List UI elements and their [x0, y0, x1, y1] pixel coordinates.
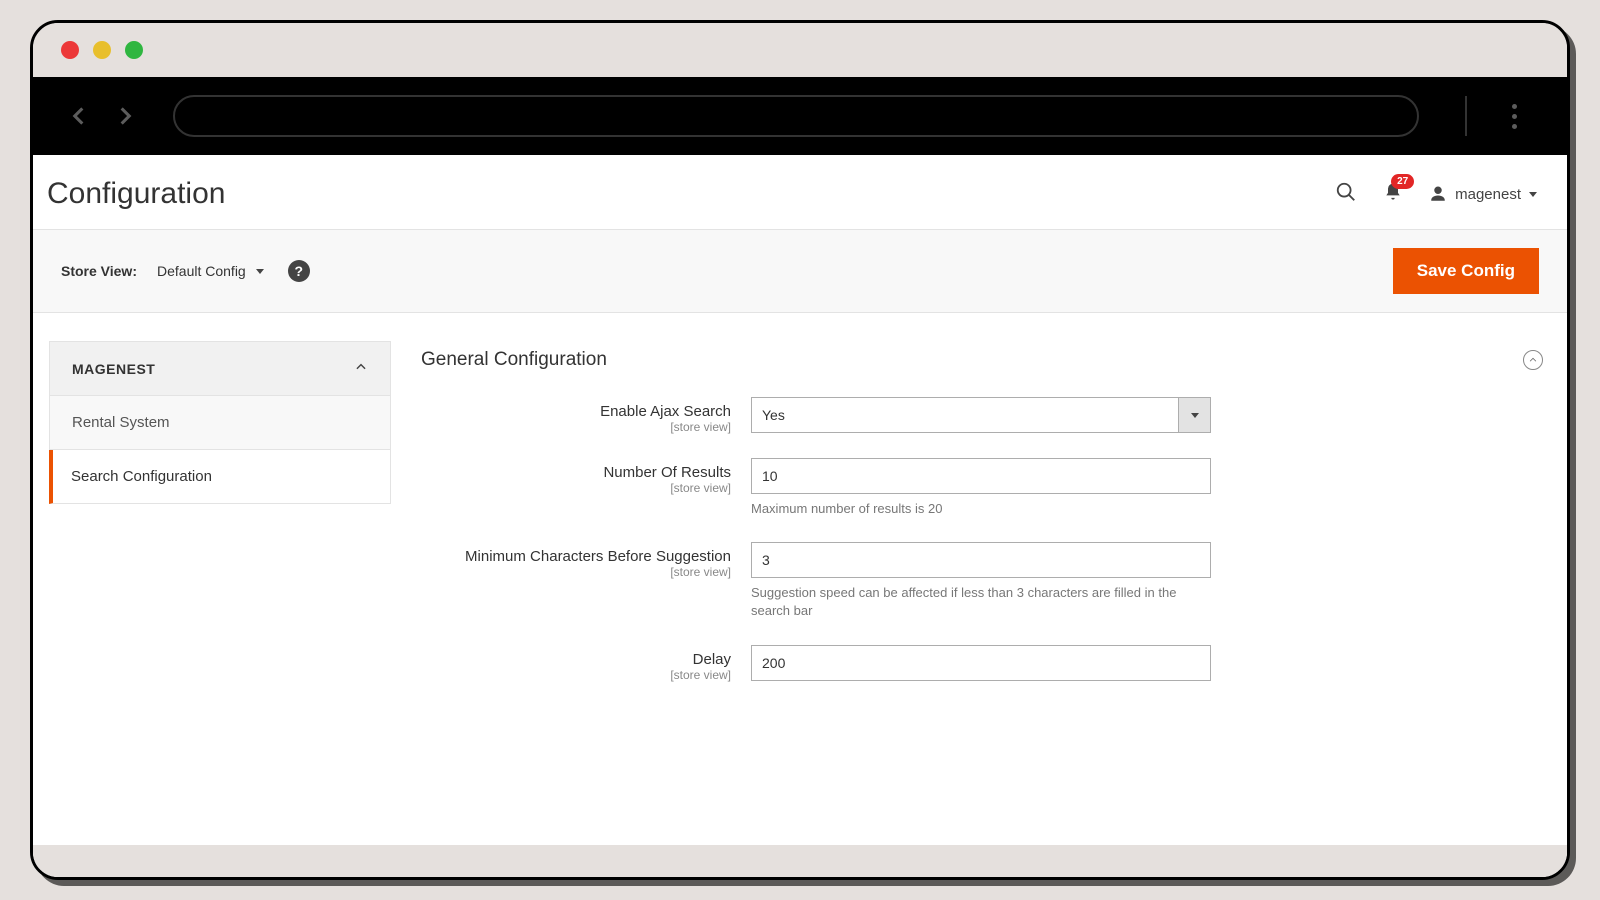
notification-badge: 27 [1391, 174, 1414, 189]
field-delay: Delay [store view] [421, 645, 1543, 682]
window-maximize-button[interactable] [125, 41, 143, 59]
config-panel: General Configuration Enable Ajax Search… [391, 341, 1543, 845]
chevron-down-icon [1529, 192, 1537, 197]
field-note: Maximum number of results is 20 [751, 500, 1211, 518]
browser-window: Configuration 27 magenest Store View: [30, 20, 1570, 880]
page-content: Configuration 27 magenest Store View: [33, 155, 1567, 877]
search-icon[interactable] [1335, 181, 1357, 208]
field-minimum-characters: Minimum Characters Before Suggestion [st… [421, 542, 1543, 620]
select-value: Yes [752, 398, 1178, 432]
field-label: Minimum Characters Before Suggestion [421, 548, 731, 565]
sidebar-item-label: Search Configuration [71, 468, 212, 485]
field-label: Delay [421, 651, 731, 668]
config-body: MAGENEST Rental System Search Configurat… [33, 313, 1567, 845]
store-view-value: Default Config [157, 263, 246, 279]
footer-strip [33, 845, 1567, 877]
sidebar-item-search-configuration[interactable]: Search Configuration [49, 450, 391, 504]
section-header[interactable]: General Configuration [421, 341, 1543, 397]
min-characters-input[interactable] [751, 542, 1211, 578]
username-label: magenest [1455, 186, 1521, 203]
page-header: Configuration 27 magenest [33, 155, 1567, 229]
field-scope: [store view] [421, 420, 731, 434]
field-enable-ajax-search: Enable Ajax Search [store view] Yes [421, 397, 1543, 434]
avatar-icon [1429, 185, 1447, 203]
toolbar-divider [1465, 96, 1467, 136]
field-scope: [store view] [421, 565, 731, 579]
delay-input[interactable] [751, 645, 1211, 681]
window-titlebar [33, 23, 1567, 77]
chevron-up-icon [354, 360, 368, 377]
help-icon[interactable]: ? [288, 260, 310, 282]
field-label: Enable Ajax Search [421, 403, 731, 420]
user-menu[interactable]: magenest [1429, 185, 1537, 203]
window-close-button[interactable] [61, 41, 79, 59]
field-scope: [store view] [421, 481, 731, 495]
url-input[interactable] [173, 95, 1419, 137]
save-config-button[interactable]: Save Config [1393, 248, 1539, 294]
window-minimize-button[interactable] [93, 41, 111, 59]
sidebar-group-label: MAGENEST [72, 361, 155, 377]
sidebar-item-rental-system[interactable]: Rental System [49, 396, 391, 450]
config-sidebar: MAGENEST Rental System Search Configurat… [49, 341, 391, 845]
back-button[interactable] [63, 101, 93, 131]
store-view-toolbar: Store View: Default Config ? Save Config [33, 229, 1567, 313]
chevron-down-icon [1178, 398, 1210, 432]
enable-ajax-select[interactable]: Yes [751, 397, 1211, 433]
section-title: General Configuration [421, 349, 607, 371]
field-label: Number Of Results [421, 464, 731, 481]
sidebar-item-label: Rental System [72, 414, 170, 431]
number-of-results-input[interactable] [751, 458, 1211, 494]
forward-button[interactable] [111, 101, 141, 131]
notifications-button[interactable]: 27 [1383, 182, 1403, 207]
chevron-down-icon [256, 269, 264, 274]
page-title: Configuration [41, 177, 225, 211]
store-view-label: Store View: [61, 263, 137, 279]
field-scope: [store view] [421, 668, 731, 682]
sidebar-group-magenest[interactable]: MAGENEST [49, 341, 391, 396]
browser-menu-button[interactable] [1499, 101, 1529, 131]
browser-toolbar [33, 77, 1567, 155]
field-number-of-results: Number Of Results [store view] Maximum n… [421, 458, 1543, 518]
store-view-select[interactable]: Default Config [157, 263, 264, 279]
field-note: Suggestion speed can be affected if less… [751, 584, 1211, 620]
collapse-icon [1523, 350, 1543, 370]
